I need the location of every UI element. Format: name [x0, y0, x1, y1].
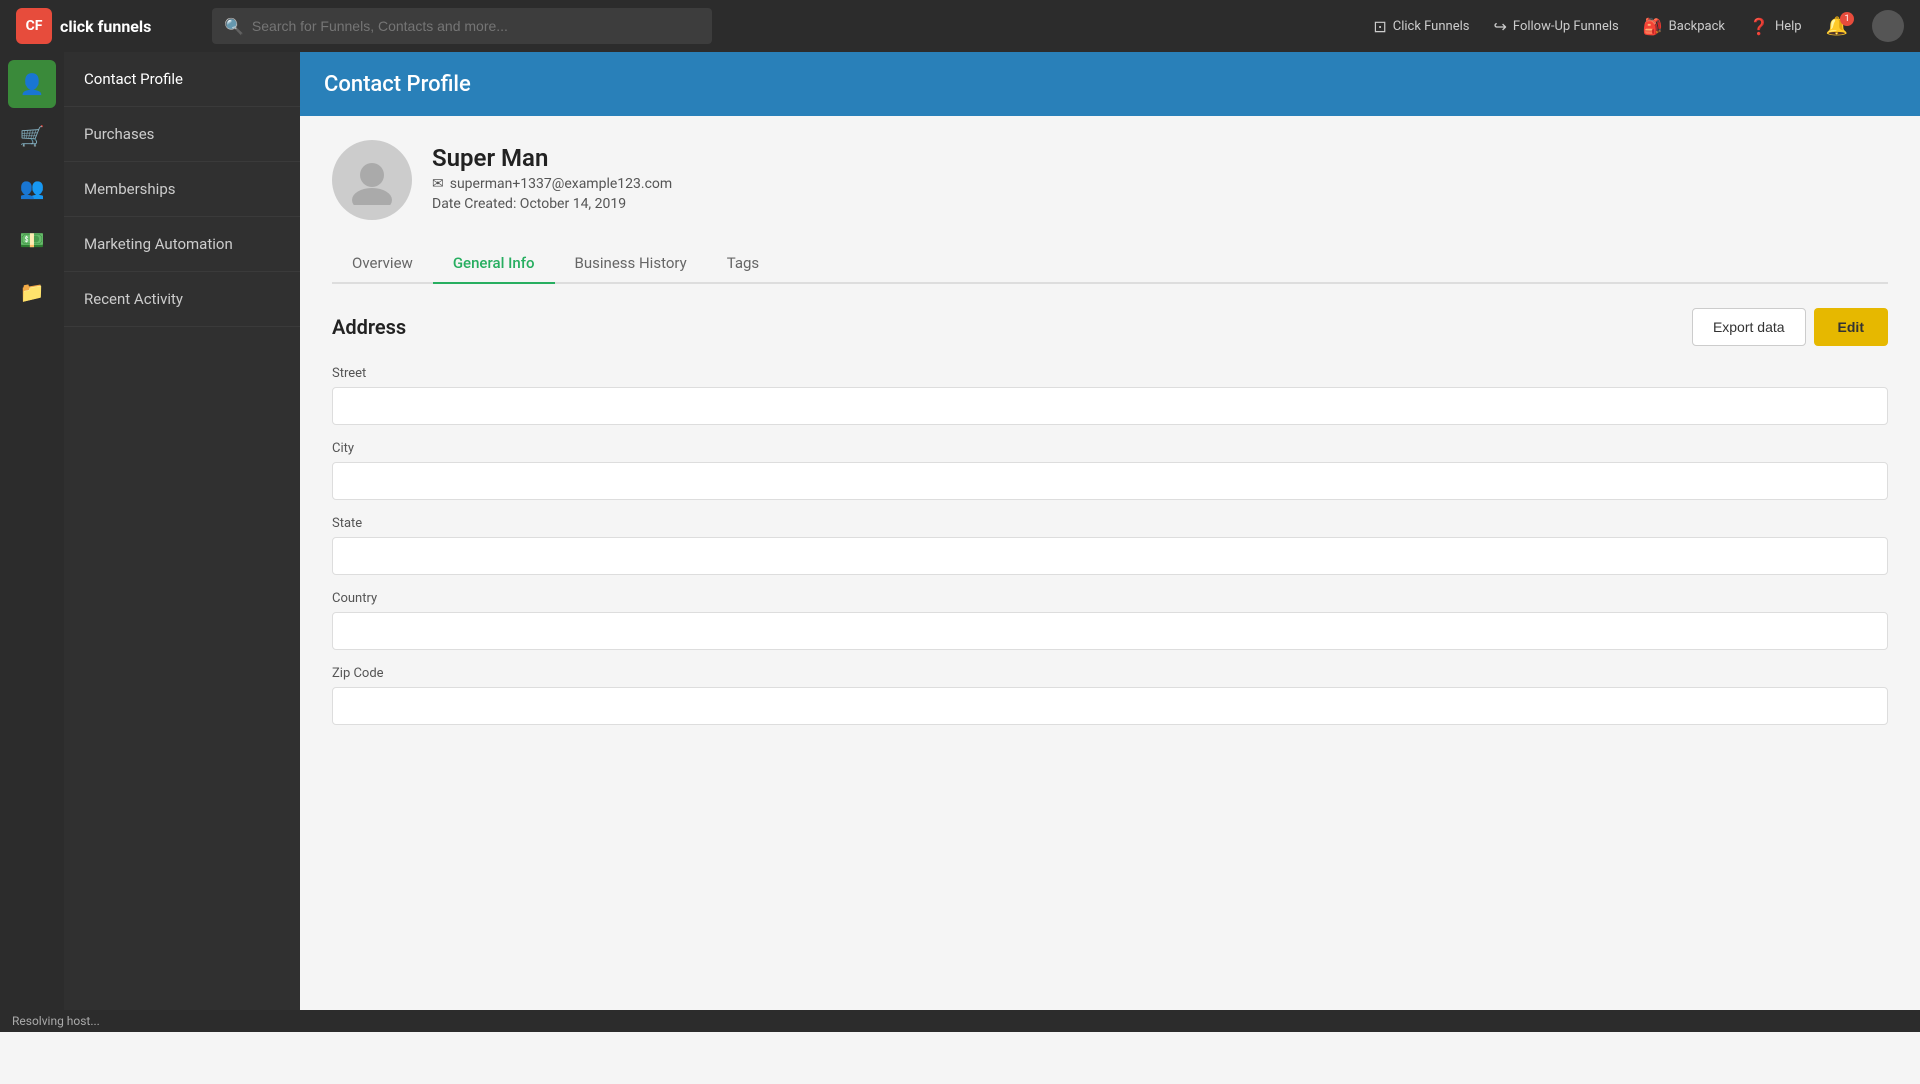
tab-overview[interactable]: Overview	[332, 244, 433, 284]
nav-links: ⊡ Click Funnels ↪ Follow-Up Funnels 🎒 Ba…	[1373, 10, 1904, 42]
status-text: Resolving host...	[12, 1014, 100, 1028]
email-icon: ✉	[432, 176, 444, 192]
tab-tags[interactable]: Tags	[707, 244, 779, 284]
sidebar-item-memberships[interactable]: Memberships	[64, 162, 300, 217]
page-header: Contact Profile	[300, 52, 1920, 116]
country-field: Country	[332, 591, 1888, 650]
export-data-button[interactable]: Export data	[1692, 308, 1806, 346]
state-label: State	[332, 516, 1888, 531]
profile-date-created: Date Created: October 14, 2019	[432, 196, 672, 212]
search-icon: 🔍	[224, 17, 244, 36]
address-section-title: Address	[332, 315, 406, 339]
section-header: Address Export data Edit	[332, 308, 1888, 346]
nav-help[interactable]: ❓ Help	[1749, 17, 1802, 36]
search-bar[interactable]: 🔍	[212, 8, 712, 44]
sidebar-icon-contact-profile[interactable]: 👤	[8, 60, 56, 108]
app-layout: 👤 🛒 👥 💵 📁 Contact Profile Purchases Memb…	[0, 52, 1920, 1032]
sidebar-icon-purchases[interactable]: 🛒	[8, 112, 56, 160]
tab-general-info[interactable]: General Info	[433, 244, 555, 284]
sidebar-icon-marketing[interactable]: 💵	[8, 216, 56, 264]
nav-help-label: Help	[1775, 19, 1802, 34]
city-field: City	[332, 441, 1888, 500]
nav-follow-up-funnels[interactable]: ↪ Follow-Up Funnels	[1493, 17, 1618, 36]
nav-backpack-label: Backpack	[1669, 19, 1725, 34]
sidebar-item-recent-activity[interactable]: Recent Activity	[64, 272, 300, 327]
sidebar-icon-memberships[interactable]: 👥	[8, 164, 56, 212]
top-nav: CF click funnels 🔍 ⊡ Click Funnels ↪ Fol…	[0, 0, 1920, 52]
avatar	[332, 140, 412, 220]
street-field: Street	[332, 366, 1888, 425]
logo-icon: CF	[16, 8, 52, 44]
notification-badge: 1	[1840, 12, 1854, 26]
state-field: State	[332, 516, 1888, 575]
state-input[interactable]	[332, 537, 1888, 575]
help-icon: ❓	[1749, 17, 1769, 36]
profile-info: Super Man ✉ superman+1337@example123.com…	[432, 140, 672, 212]
logo[interactable]: CF click funnels	[16, 8, 196, 44]
logo-text: click funnels	[60, 17, 151, 36]
nav-follow-up-label: Follow-Up Funnels	[1513, 19, 1619, 34]
follow-up-icon: ↪	[1493, 17, 1506, 36]
country-label: Country	[332, 591, 1888, 606]
tabs: Overview General Info Business History T…	[332, 244, 1888, 284]
search-input[interactable]	[252, 18, 700, 34]
avatar[interactable]	[1872, 10, 1904, 42]
sidebar-item-contact-profile[interactable]: Contact Profile	[64, 52, 300, 107]
profile-email: ✉ superman+1337@example123.com	[432, 176, 672, 192]
city-input[interactable]	[332, 462, 1888, 500]
sidebar-item-purchases[interactable]: Purchases	[64, 107, 300, 162]
tab-business-history[interactable]: Business History	[555, 244, 707, 284]
zip-code-input[interactable]	[332, 687, 1888, 725]
street-input[interactable]	[332, 387, 1888, 425]
text-sidebar: Contact Profile Purchases Memberships Ma…	[64, 52, 300, 1032]
icon-sidebar: 👤 🛒 👥 💵 📁	[0, 52, 64, 1032]
status-bar: Resolving host...	[0, 1010, 1920, 1032]
action-buttons: Export data Edit	[1692, 308, 1888, 346]
nav-click-funnels-label: Click Funnels	[1393, 19, 1470, 34]
zip-code-label: Zip Code	[332, 666, 1888, 681]
edit-button[interactable]: Edit	[1814, 308, 1888, 346]
sidebar-item-marketing-automation[interactable]: Marketing Automation	[64, 217, 300, 272]
city-label: City	[332, 441, 1888, 456]
content-area: Contact Profile Super Man ✉ superman+133…	[300, 52, 1920, 1032]
notification-button[interactable]: 🔔 1	[1826, 16, 1848, 37]
street-label: Street	[332, 366, 1888, 381]
nav-click-funnels[interactable]: ⊡ Click Funnels	[1373, 17, 1469, 36]
profile-name: Super Man	[432, 144, 672, 172]
country-input[interactable]	[332, 612, 1888, 650]
click-funnels-icon: ⊡	[1373, 17, 1386, 36]
main-content: Super Man ✉ superman+1337@example123.com…	[300, 116, 1920, 1032]
nav-backpack[interactable]: 🎒 Backpack	[1643, 17, 1725, 36]
profile-header: Super Man ✉ superman+1337@example123.com…	[332, 140, 1888, 220]
zip-code-field: Zip Code	[332, 666, 1888, 725]
backpack-icon: 🎒	[1643, 17, 1663, 36]
page-title: Contact Profile	[324, 72, 471, 97]
sidebar-icon-recent-activity[interactable]: 📁	[8, 268, 56, 316]
